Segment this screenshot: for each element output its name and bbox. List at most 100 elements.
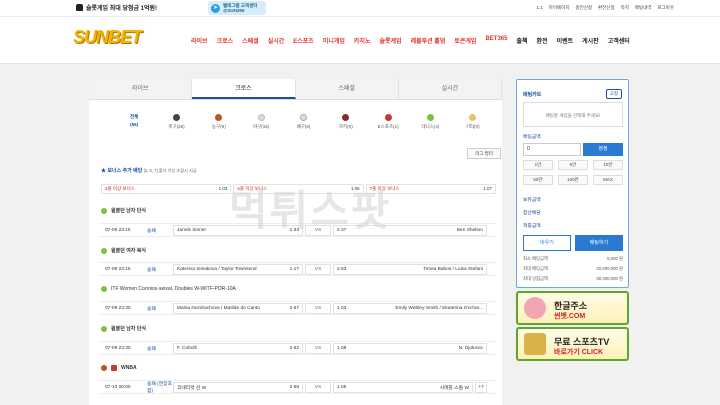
league-name: WNBA — [121, 365, 137, 371]
tab-special[interactable]: 스페셜 — [295, 79, 399, 99]
nav-event[interactable]: 이벤트 — [557, 36, 574, 45]
league-header: ITF Women Corroios-seixal, Doubles W-WIT… — [101, 286, 236, 292]
away-odds-button[interactable]: 1.08 N. Djokovic — [333, 342, 487, 354]
top-link-mypage[interactable]: 마이페이지 — [549, 5, 570, 11]
league-header: 윔블던 남자 단식 — [101, 207, 146, 214]
sport-soccer[interactable]: 축구(26) — [155, 114, 197, 140]
bonus-label: 3폴 이상 보너스 — [105, 186, 135, 191]
notice-text: 슬롯게임 최대 당첨금 1억원! — [86, 6, 158, 12]
nav-slot[interactable]: 슬롯게임 — [379, 36, 401, 45]
nav-live[interactable]: 라이브 — [191, 36, 208, 45]
quick-1m-button[interactable]: 100만 — [558, 175, 588, 185]
nav-cross[interactable]: 크로스 — [217, 36, 234, 45]
sport-baseball[interactable]: 야구(15) — [240, 114, 282, 140]
quick-50k-button[interactable]: 5만 — [558, 160, 588, 170]
limit-row: 최대 당첨금액 30,000,000 원 — [523, 276, 623, 282]
sport-label: 기타 — [465, 124, 475, 129]
nav-attendance[interactable]: 출첵 — [516, 36, 527, 45]
top-link-message[interactable]: 쪽지 — [621, 5, 629, 11]
tab-realtime[interactable]: 실시간 — [398, 79, 502, 99]
home-odds-button[interactable]: Mariia Nozdrachova / Matilde do Canto 2.6… — [173, 302, 303, 314]
game-type: 승패 — [147, 267, 156, 273]
amount-input[interactable]: 0 — [523, 143, 581, 156]
nav-withdraw[interactable]: 환전 — [537, 36, 548, 45]
nav-holdem[interactable]: 레볼루션 홀덤 — [411, 36, 446, 45]
game-type: 승패 — [147, 306, 156, 312]
sport-all[interactable]: 전체 (56) — [113, 114, 155, 140]
telegram-button[interactable]: ➤ 텔레그램 고객센터 @SUN365 — [208, 1, 266, 15]
away-odds-button[interactable]: 1.03 Emily Webley-Smith / Ekaterina Ovcha… — [333, 302, 487, 314]
limit-label: 최대 배팅금액 — [523, 266, 548, 271]
payout-label: 적중금액 — [523, 224, 541, 229]
league-name: 윔블던 남자 단식 — [111, 208, 146, 214]
pig-mascot-icon — [524, 297, 546, 319]
sport-count: (5) — [304, 124, 311, 129]
nav-bet365[interactable]: BET365 — [485, 36, 507, 45]
bonus-odds: 1.03 — [218, 186, 228, 191]
nav-special[interactable]: 스페셜 — [242, 36, 259, 45]
top-link-bet-history[interactable]: 배팅내역 — [635, 5, 652, 11]
tab-cross[interactable]: 크로스 — [192, 79, 296, 99]
sport-volleyball[interactable]: 배구(5) — [282, 114, 324, 140]
nav-casino[interactable]: 카지노 — [354, 36, 371, 45]
league-header: 윔블던 여자 복식 — [101, 247, 146, 254]
sport-count: (1) — [393, 124, 399, 129]
top-link-withdraw[interactable]: 환전신청 — [598, 5, 615, 11]
away-team: N. Djokovic — [458, 345, 483, 351]
sport-count: (0) — [474, 124, 480, 129]
away-team: Emily Webley-Smith / Ekaterina Ovchar... — [395, 305, 483, 311]
more-markets-button[interactable]: +7 — [475, 381, 487, 393]
top-link-inquiry[interactable]: 1:1 — [537, 5, 543, 11]
nav-esports[interactable]: E스포츠 — [293, 36, 314, 45]
top-link-logout[interactable]: 로그아웃 — [657, 5, 674, 11]
away-odds-button[interactable]: 2.53 Timea Babos / Luisa Stefani — [333, 263, 487, 275]
away-odds: 1.03 — [337, 305, 347, 311]
away-odds-button[interactable]: 1.05 시애틀 스톰 W — [333, 381, 473, 393]
banner-subtitle: 바로가기 CLICK — [554, 349, 604, 356]
sport-label: 농구 — [211, 124, 221, 129]
basketball-icon — [215, 114, 223, 121]
nav-support[interactable]: 고객센터 — [608, 36, 630, 45]
domain-banner[interactable]: 한글주소 썬벳.COM — [516, 291, 629, 325]
nav-token[interactable]: 토큰게임 — [454, 36, 476, 45]
nav-minigame[interactable]: 미니게임 — [323, 36, 345, 45]
top-links: 1:1 마이페이지 충전신청 환전신청 쪽지 배팅내역 로그아웃 — [537, 5, 675, 11]
sport-esports[interactable]: E스포츠(1) — [367, 114, 409, 140]
sport-label: 축구 — [168, 124, 177, 129]
quick-10k-button[interactable]: 1만 — [523, 160, 553, 170]
tennis-ball-icon — [101, 286, 107, 292]
home-team: F. Cobolli — [177, 345, 197, 351]
sport-other[interactable]: 기타(0) — [452, 114, 494, 140]
place-bet-button[interactable]: 배팅하기 — [575, 235, 623, 251]
bet-slip: 배팅카트 고정 배팅할 게임을 선택해 주세요! 배팅금액 0 정정 1만 5만… — [516, 79, 629, 288]
game-time: 07-09 23:30 — [105, 345, 131, 351]
bonus-3fold[interactable]: 3폴 이상 보너스 1.03 — [101, 184, 232, 194]
home-odds-button[interactable]: 코네티컷 선 W 2.68 — [173, 381, 303, 393]
home-odds-button[interactable]: Katerina Siniakova / Taylor Townsend 1.17 — [173, 263, 303, 275]
clear-slip-button[interactable]: 비우기 — [523, 235, 571, 251]
league-filter-button[interactable]: 리그 필터 — [467, 148, 501, 159]
quick-500k-button[interactable]: 50만 — [523, 175, 553, 185]
league-name: ITF Women Corroios-seixal, Doubles W-WIT… — [111, 286, 236, 292]
telegram-handle: @SUN365 — [223, 8, 245, 13]
amount-confirm-button[interactable]: 정정 — [583, 143, 623, 156]
quick-max-button[interactable]: MAX — [593, 175, 623, 185]
sport-basketball[interactable]: 농구(9) — [198, 114, 240, 140]
top-link-deposit[interactable]: 충전신청 — [575, 5, 592, 11]
bonus-title: ★ 보너스 추가 배당 — [101, 168, 143, 174]
flag-icon — [111, 365, 117, 371]
tab-live[interactable]: 라이브 — [89, 79, 193, 99]
home-odds-button[interactable]: F. Cobolli 2.62 — [173, 342, 303, 354]
bet-slip-fix-button[interactable]: 고정 — [605, 89, 622, 99]
sport-tennis[interactable]: 테니스(4) — [409, 114, 451, 140]
game-time: 07-09 23:15 — [105, 266, 131, 272]
sport-hockey[interactable]: 하키(0) — [325, 114, 367, 140]
bet-slip-title: 배팅카트 — [523, 92, 542, 98]
logo[interactable]: SUNBET — [73, 27, 142, 48]
vs-label: VS — [305, 381, 331, 393]
nav-realtime[interactable]: 실시간 — [268, 36, 285, 45]
sports-tv-banner[interactable]: 무료 스포츠TV 바로가기 CLICK — [516, 327, 629, 361]
quick-100k-button[interactable]: 10만 — [593, 160, 623, 170]
game-row: 07-09 23:15 승패 Katerina Siniakova / Tayl… — [99, 262, 497, 276]
nav-board[interactable]: 게시판 — [582, 36, 599, 45]
